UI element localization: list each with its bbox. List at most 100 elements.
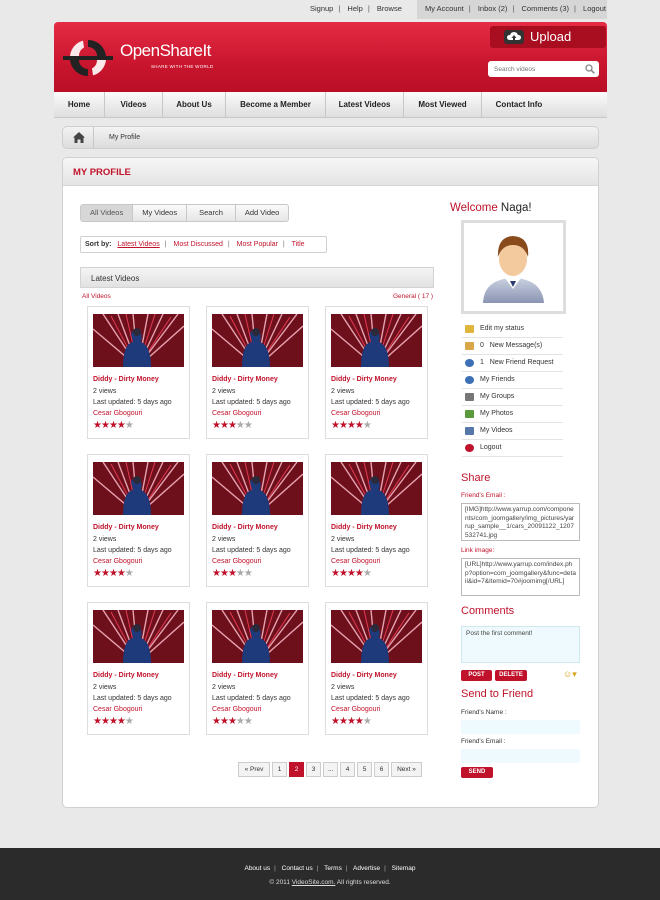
video-author[interactable]: Cesar Gbogouri (93, 706, 142, 713)
star-icon[interactable]: ★ (125, 568, 134, 579)
star-icon[interactable]: ★ (347, 568, 356, 579)
star-icon[interactable]: ★ (236, 716, 245, 727)
menu-edit-status[interactable]: Edit my status (462, 321, 563, 338)
video-card[interactable]: Diddy - Dirty Money 2 views Last updated: … (206, 454, 309, 587)
star-icon[interactable]: ★ (236, 420, 245, 431)
video-title[interactable]: Diddy - Dirty Money (212, 672, 278, 679)
tab-my-videos[interactable]: My Videos (133, 205, 188, 221)
image-code-box[interactable]: [IMG]http://www.yarrup.com/components/co… (461, 503, 580, 541)
help-link[interactable]: Help (347, 4, 362, 13)
video-thumbnail[interactable] (331, 610, 422, 663)
browse-link[interactable]: Browse (377, 4, 402, 13)
nav-become-member[interactable]: Become a Member (226, 92, 326, 118)
inbox-link[interactable]: Inbox (2) (478, 4, 508, 13)
star-icon[interactable]: ★ (244, 420, 253, 431)
page-2-button[interactable]: 2 (289, 762, 304, 777)
star-icon[interactable]: ★ (101, 716, 110, 727)
avatar[interactable] (461, 220, 566, 314)
star-icon[interactable]: ★ (355, 568, 364, 579)
star-icon[interactable]: ★ (355, 420, 364, 431)
footer-terms-link[interactable]: Terms (324, 865, 342, 872)
video-card[interactable]: Diddy - Dirty Money 2 views Last updated: … (87, 306, 190, 439)
video-card[interactable]: Diddy - Dirty Money 2 views Last updated: … (325, 306, 428, 439)
video-author[interactable]: Cesar Gbogouri (93, 558, 142, 565)
star-icon[interactable]: ★ (363, 568, 372, 579)
nav-most-viewed[interactable]: Most Viewed (404, 92, 482, 118)
star-icon[interactable]: ★ (347, 716, 356, 727)
video-title[interactable]: Diddy - Dirty Money (331, 672, 397, 679)
video-author[interactable]: Cesar Gbogouri (331, 706, 380, 713)
search-input[interactable] (494, 62, 584, 76)
star-icon[interactable]: ★ (220, 420, 229, 431)
friend-name-input[interactable] (461, 720, 580, 734)
tab-add-video[interactable]: Add Video (236, 205, 288, 221)
video-author[interactable]: Cesar Gbogouri (331, 558, 380, 565)
nav-home[interactable]: Home (54, 92, 105, 118)
star-icon[interactable]: ★ (331, 716, 340, 727)
menu-new-messages[interactable]: 0 New Message(s) (462, 338, 563, 355)
friend-email-input[interactable] (461, 749, 580, 763)
star-icon[interactable]: ★ (331, 420, 340, 431)
star-icon[interactable]: ★ (339, 716, 348, 727)
upload-button[interactable]: Upload (490, 26, 606, 48)
video-thumbnail[interactable] (212, 462, 303, 515)
star-icon[interactable]: ★ (101, 568, 110, 579)
logout-link[interactable]: Logout (583, 4, 606, 13)
star-icon[interactable]: ★ (109, 568, 118, 579)
star-icon[interactable]: ★ (244, 716, 253, 727)
menu-my-groups[interactable]: My Groups (462, 389, 563, 406)
star-icon[interactable]: ★ (101, 420, 110, 431)
page-5-button[interactable]: 5 (357, 762, 372, 777)
footer-about-link[interactable]: About us (244, 865, 270, 872)
video-thumbnail[interactable] (212, 610, 303, 663)
search-icon[interactable] (585, 64, 595, 74)
video-thumbnail[interactable] (331, 462, 422, 515)
video-card[interactable]: Diddy - Dirty Money 2 views Last updated: … (87, 602, 190, 735)
video-card[interactable]: Diddy - Dirty Money 2 views Last updated: … (206, 602, 309, 735)
star-icon[interactable]: ★ (236, 568, 245, 579)
nav-contact-info[interactable]: Contact Info (482, 92, 556, 118)
page-1-button[interactable]: 1 (272, 762, 287, 777)
star-icon[interactable]: ★ (212, 716, 221, 727)
star-icon[interactable]: ★ (228, 420, 237, 431)
footer-advertise-link[interactable]: Advertise (353, 865, 380, 872)
tab-all-videos[interactable]: All Videos (81, 205, 134, 221)
video-title[interactable]: Diddy - Dirty Money (331, 376, 397, 383)
home-icon[interactable] (73, 132, 85, 143)
video-author[interactable]: Cesar Gbogouri (93, 410, 142, 417)
link-code-box[interactable]: [URL]http://www.yarrup.com/index.php?opt… (461, 558, 580, 596)
star-icon[interactable]: ★ (117, 568, 126, 579)
video-title[interactable]: Diddy - Dirty Money (212, 376, 278, 383)
star-icon[interactable]: ★ (109, 716, 118, 727)
page-3-button[interactable]: 3 (306, 762, 321, 777)
star-icon[interactable]: ★ (331, 568, 340, 579)
sort-most-popular[interactable]: Most Popular (237, 241, 278, 248)
star-icon[interactable]: ★ (93, 568, 102, 579)
menu-friend-request[interactable]: 1 New Friend Request (462, 355, 563, 372)
next-page-button[interactable]: Next » (391, 762, 422, 777)
star-icon[interactable]: ★ (220, 716, 229, 727)
star-icon[interactable]: ★ (109, 420, 118, 431)
video-thumbnail[interactable] (93, 314, 184, 367)
video-author[interactable]: Cesar Gbogouri (212, 706, 261, 713)
star-icon[interactable]: ★ (125, 716, 134, 727)
video-thumbnail[interactable] (93, 462, 184, 515)
all-videos-link[interactable]: All Videos (82, 293, 111, 300)
star-icon[interactable]: ★ (125, 420, 134, 431)
video-title[interactable]: Diddy - Dirty Money (212, 524, 278, 531)
comments-link[interactable]: Comments (3) (521, 4, 569, 13)
page-4-button[interactable]: 4 (340, 762, 355, 777)
star-icon[interactable]: ★ (117, 716, 126, 727)
my-account-link[interactable]: My Account (425, 4, 464, 13)
star-icon[interactable]: ★ (93, 420, 102, 431)
star-icon[interactable]: ★ (347, 420, 356, 431)
post-comment-button[interactable]: POST (461, 670, 492, 681)
star-icon[interactable]: ★ (117, 420, 126, 431)
footer-sitemap-link[interactable]: Sitemap (392, 865, 416, 872)
footer-contact-link[interactable]: Contact us (282, 865, 313, 872)
logo-icon[interactable] (63, 36, 113, 80)
star-icon[interactable]: ★ (363, 716, 372, 727)
video-thumbnail[interactable] (212, 314, 303, 367)
star-icon[interactable]: ★ (220, 568, 229, 579)
star-icon[interactable]: ★ (212, 420, 221, 431)
